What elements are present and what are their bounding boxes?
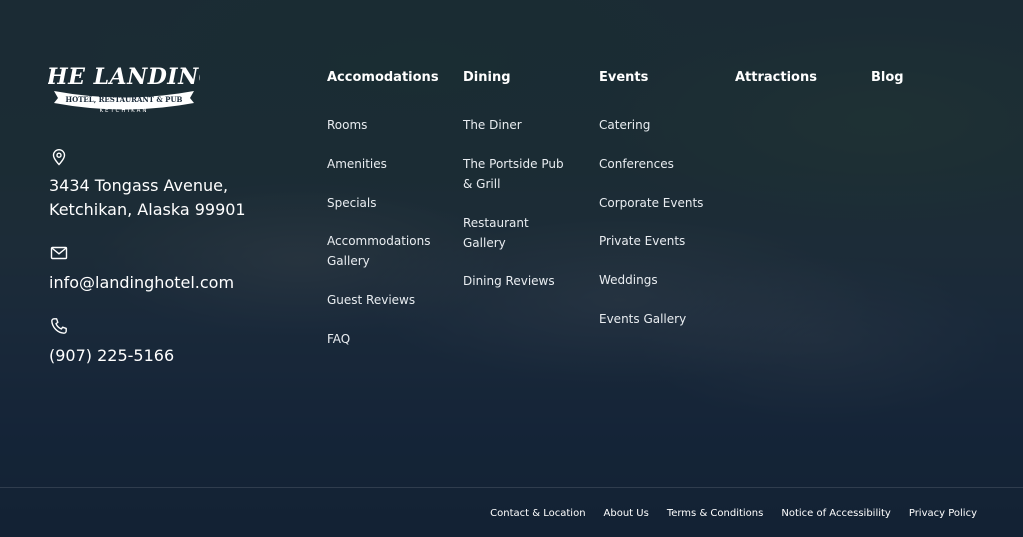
nav-link-amenities[interactable]: Amenities bbox=[327, 154, 452, 174]
nav-link-the-diner[interactable]: The Diner bbox=[463, 115, 573, 135]
phone-link[interactable]: (907) 225-5166 bbox=[49, 344, 174, 368]
nav-title-accomodations[interactable]: Accomodations bbox=[327, 68, 452, 88]
address-line-1: 3434 Tongass Avenue, bbox=[49, 176, 229, 195]
footer-divider bbox=[0, 487, 1023, 488]
nav-column-blog: Blog bbox=[871, 68, 971, 88]
svg-text:HOTEL, RESTAURANT & PUB: HOTEL, RESTAURANT & PUB bbox=[66, 95, 183, 104]
footer-link-notice-of-accessibility[interactable]: Notice of Accessibility bbox=[781, 506, 890, 522]
email-link[interactable]: info@landinghotel.com bbox=[49, 271, 234, 295]
nav-link-dining-reviews[interactable]: Dining Reviews bbox=[463, 271, 573, 291]
footer-links: Contact & Location About Us Terms & Cond… bbox=[472, 506, 977, 522]
nav-title-dining[interactable]: Dining bbox=[463, 68, 573, 88]
nav-column-accomodations: Accomodations Rooms Amenities Specials A… bbox=[327, 68, 452, 368]
nav-link-conferences[interactable]: Conferences bbox=[599, 154, 729, 174]
nav-title-events[interactable]: Events bbox=[599, 68, 729, 88]
nav-column-events: Events Catering Conferences Corporate Ev… bbox=[599, 68, 729, 348]
nav-title-attractions[interactable]: Attractions bbox=[735, 68, 860, 88]
nav-link-restaurant-gallery[interactable]: Restaurant Gallery bbox=[463, 213, 573, 253]
nav-column-attractions: Attractions bbox=[735, 68, 860, 88]
nav-link-corporate-events[interactable]: Corporate Events bbox=[599, 193, 729, 213]
nav-link-events-gallery[interactable]: Events Gallery bbox=[599, 309, 729, 329]
svg-text:THE LANDING: THE LANDING bbox=[48, 64, 200, 90]
footer-link-contact-location[interactable]: Contact & Location bbox=[490, 506, 585, 522]
nav-link-private-events[interactable]: Private Events bbox=[599, 231, 729, 251]
footer-link-terms-conditions[interactable]: Terms & Conditions bbox=[667, 506, 764, 522]
nav-link-faq[interactable]: FAQ bbox=[327, 329, 452, 349]
footer-link-about-us[interactable]: About Us bbox=[604, 506, 649, 522]
map-pin-icon bbox=[50, 148, 68, 166]
nav-link-weddings[interactable]: Weddings bbox=[599, 270, 729, 290]
nav-column-dining: Dining The Diner The Portside Pub & Gril… bbox=[463, 68, 573, 310]
nav-link-rooms[interactable]: Rooms bbox=[327, 115, 452, 135]
nav-link-portside-pub[interactable]: The Portside Pub & Grill bbox=[463, 154, 573, 194]
nav-title-blog[interactable]: Blog bbox=[871, 68, 971, 88]
phone-icon bbox=[50, 317, 68, 335]
footer-link-privacy-policy[interactable]: Privacy Policy bbox=[909, 506, 977, 522]
address-line-2: Ketchikan, Alaska 99901 bbox=[49, 200, 246, 219]
svg-text:KETCHIKAN: KETCHIKAN bbox=[99, 108, 148, 114]
nav-link-specials[interactable]: Specials bbox=[327, 193, 452, 213]
nav-link-accommodations-gallery[interactable]: Accommodations Gallery bbox=[327, 231, 452, 271]
nav-link-catering[interactable]: Catering bbox=[599, 115, 729, 135]
envelope-icon bbox=[50, 244, 68, 262]
landing-logo[interactable]: THE LANDING HOTEL, RESTAURANT & PUB KETC… bbox=[48, 58, 200, 114]
nav-link-guest-reviews[interactable]: Guest Reviews bbox=[327, 290, 452, 310]
